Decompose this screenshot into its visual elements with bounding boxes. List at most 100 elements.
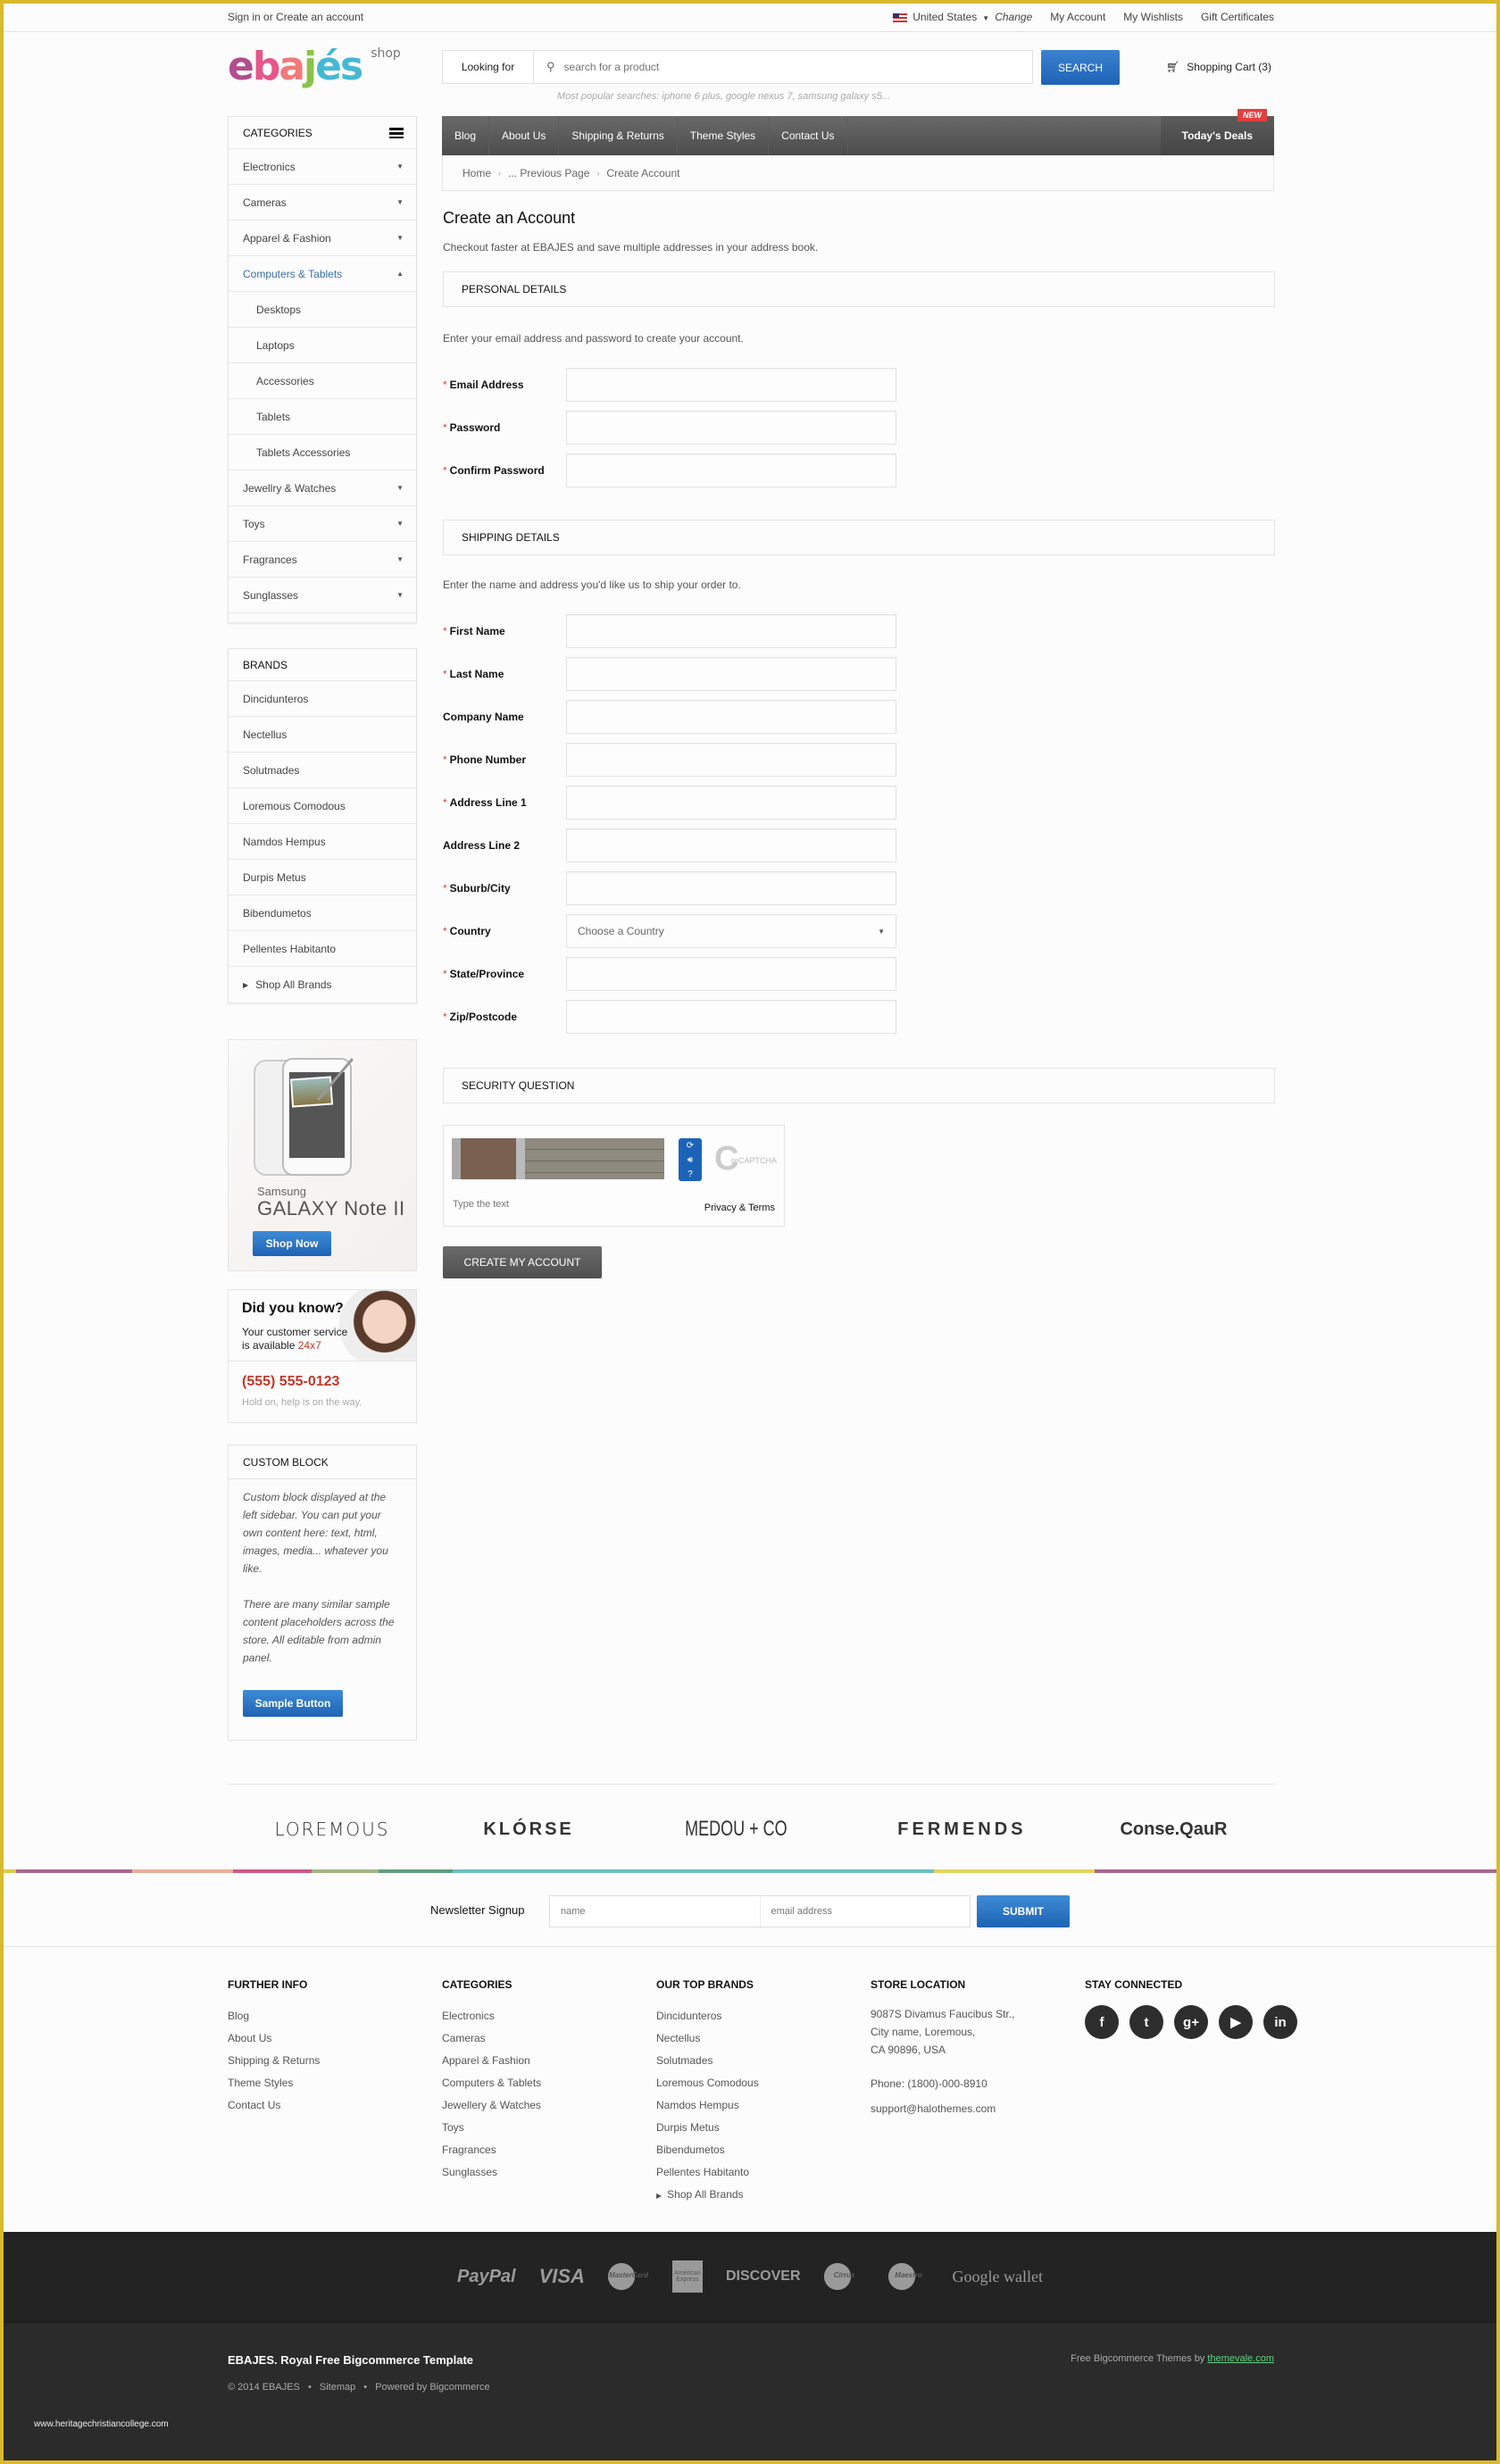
chevron-down-icon[interactable]: ▼ [396, 162, 404, 171]
nav-theme-styles[interactable]: Theme Styles [678, 116, 770, 155]
brand-item-pellentes-habitanto[interactable]: Pellentes Habitanto [229, 931, 416, 967]
shop-now-button[interactable]: Shop Now [253, 1231, 331, 1256]
footer-category-electronics[interactable]: Electronics [442, 2005, 541, 2027]
chevron-down-icon[interactable]: ▼ [396, 591, 404, 599]
shopping-cart-link[interactable]: 🛒︎ Shopping Cart (3) [1166, 61, 1271, 73]
country-selector[interactable]: United States ▼ Change [893, 11, 1032, 23]
footer-category-toys[interactable]: Toys [442, 2117, 541, 2139]
sample-button[interactable]: Sample Button [243, 1690, 343, 1717]
footer-brand-namdos-hempus[interactable]: Namdos Hempus [656, 2094, 759, 2117]
brand-item-loremous-comodous[interactable]: Loremous Comodous [229, 788, 416, 824]
category-item-jewellry-watches[interactable]: Jewellry & Watches ▼ [229, 470, 416, 506]
brand-logo-consequar[interactable]: Conse.QauR [1120, 1819, 1227, 1840]
nav-blog[interactable]: Blog [442, 116, 490, 155]
footer-brand-bibendumetos[interactable]: Bibendumetos [656, 2139, 759, 2161]
nav-contact-us[interactable]: Contact Us [769, 116, 848, 155]
shop-all-brands-link[interactable]: ▶ Shop All Brands [229, 967, 416, 1003]
themevale-link[interactable]: themevale.com [1207, 2353, 1274, 2364]
category-item-cameras[interactable]: Cameras ▼ [229, 185, 416, 221]
email-address-input[interactable] [566, 368, 896, 402]
password-input[interactable] [566, 411, 896, 445]
footer-link-shipping-returns[interactable]: Shipping & Returns [228, 2050, 320, 2072]
gift-certificates-link[interactable]: Gift Certificates [1201, 11, 1274, 23]
search-input[interactable] [554, 51, 1032, 83]
category-item-tablets-accessories[interactable]: Tablets Accessories [229, 435, 416, 470]
chevron-up-icon[interactable]: ▲ [396, 270, 404, 278]
category-item-toys[interactable]: Toys ▼ [229, 506, 416, 542]
change-country-link[interactable]: Change [995, 11, 1032, 23]
brand-item-namdos-hempus[interactable]: Namdos Hempus [229, 824, 416, 860]
captcha-input-hint[interactable]: Type the text [453, 1199, 509, 1210]
chevron-down-icon[interactable]: ▼ [396, 520, 404, 528]
category-item-laptops[interactable]: Laptops [229, 328, 416, 363]
audio-icon[interactable]: 🔊︎ [688, 1155, 693, 1165]
my-wishlists-link[interactable]: My Wishlists [1123, 11, 1183, 23]
state-province-input[interactable] [566, 957, 896, 991]
brand-logo-klorse[interactable]: KLÓRSE [483, 1819, 573, 1840]
nav-todays-deals[interactable]: Today's Deals NEW [1160, 109, 1274, 155]
promo-banner[interactable]: Samsung GALAXY Note II Shop Now [228, 1039, 417, 1271]
first-name-input[interactable] [566, 614, 896, 648]
chevron-down-icon[interactable]: ▼ [396, 484, 404, 492]
signin-link[interactable]: Sign in or Create an account [228, 11, 363, 23]
footer-shop-all-brands[interactable]: ▶ Shop All Brands [656, 2184, 759, 2207]
category-item-apparel-fashion[interactable]: Apparel & Fashion ▼ [229, 221, 416, 256]
footer-link-about-us[interactable]: About Us [228, 2027, 320, 2050]
company-name-input[interactable] [566, 700, 896, 734]
facebook-icon[interactable]: f [1085, 2005, 1119, 2039]
footer-brand-dincidunteros[interactable]: Dincidunteros [656, 2005, 759, 2027]
footer-category-sunglasses[interactable]: Sunglasses [442, 2161, 541, 2184]
support-phone[interactable]: (555) 555-0123 [242, 1374, 339, 1390]
footer-brand-solutmades[interactable]: Solutmades [656, 2050, 759, 2072]
google-plus-icon[interactable]: g+ [1174, 2005, 1208, 2039]
footer-category-jewellery-watches[interactable]: Jewellery & Watches [442, 2094, 541, 2117]
brand-item-durpis-metus[interactable]: Durpis Metus [229, 860, 416, 895]
zip-postcode-input[interactable] [566, 1000, 896, 1034]
menu-icon[interactable] [389, 127, 404, 138]
footer-category-apparel-fashion[interactable]: Apparel & Fashion [442, 2050, 541, 2072]
footer-category-computers-tablets[interactable]: Computers & Tablets [442, 2072, 541, 2094]
chevron-down-icon[interactable]: ▼ [396, 234, 404, 242]
brand-item-solutmades[interactable]: Solutmades [229, 753, 416, 788]
brand-item-nectellus[interactable]: Nectellus [229, 717, 416, 753]
brand-item-dincidunteros[interactable]: Dincidunteros [229, 681, 416, 717]
search-button[interactable]: SEARCH [1041, 50, 1120, 85]
last-name-input[interactable] [566, 657, 896, 691]
brand-logo-fermends[interactable]: FERMENDS [897, 1819, 1026, 1840]
country-select[interactable]: Choose a Country ▼ [566, 914, 896, 948]
category-item-electronics[interactable]: Electronics ▼ [229, 149, 416, 185]
nav-about-us[interactable]: About Us [489, 116, 560, 155]
linkedin-icon[interactable]: in [1263, 2005, 1297, 2039]
youtube-icon[interactable]: ▶ [1219, 2005, 1253, 2039]
footer-category-cameras[interactable]: Cameras [442, 2027, 541, 2050]
category-item-computers-tablets[interactable]: Computers & Tablets ▲ [229, 256, 416, 292]
address-line-1-input[interactable] [566, 786, 896, 820]
powered-by-link[interactable]: Powered by Bigcommerce [375, 2382, 489, 2393]
refresh-icon[interactable]: ⟳ [687, 1141, 694, 1151]
address-line-2-input[interactable] [566, 828, 896, 862]
category-item-fragrances[interactable]: Fragrances ▼ [229, 542, 416, 578]
newsletter-name-input[interactable] [550, 1896, 761, 1927]
category-item-desktops[interactable]: Desktops [229, 292, 416, 328]
my-account-link[interactable]: My Account [1050, 11, 1105, 23]
category-item-tablets[interactable]: Tablets [229, 399, 416, 435]
footer-link-contact-us[interactable]: Contact Us [228, 2094, 320, 2117]
footer-category-fragrances[interactable]: Fragrances [442, 2139, 541, 2161]
help-icon[interactable]: ? [688, 1170, 693, 1179]
sitemap-link[interactable]: Sitemap [320, 2382, 355, 2393]
store-email-link[interactable]: support@halothemes.com [871, 2098, 1014, 2120]
phone-number-input[interactable] [566, 743, 896, 777]
create-account-button[interactable]: CREATE MY ACCOUNT [443, 1246, 602, 1278]
breadcrumb-previous[interactable]: ... Previous Page [508, 167, 589, 179]
footer-brand-pellentes-habitanto[interactable]: Pellentes Habitanto [656, 2161, 759, 2184]
chevron-down-icon[interactable]: ▼ [396, 198, 404, 206]
logo[interactable]: ebajés shop [228, 43, 401, 91]
category-item-sunglasses[interactable]: Sunglasses ▼ [229, 578, 416, 613]
footer-brand-nectellus[interactable]: Nectellus [656, 2027, 759, 2050]
nav-shipping-returns[interactable]: Shipping & Returns [559, 116, 678, 155]
footer-link-theme-styles[interactable]: Theme Styles [228, 2072, 320, 2094]
newsletter-email-input[interactable] [760, 1896, 970, 1927]
privacy-terms-link[interactable]: Privacy & Terms [704, 1203, 775, 1213]
suburb-city-input[interactable] [566, 871, 896, 905]
chevron-down-icon[interactable]: ▼ [396, 555, 404, 563]
